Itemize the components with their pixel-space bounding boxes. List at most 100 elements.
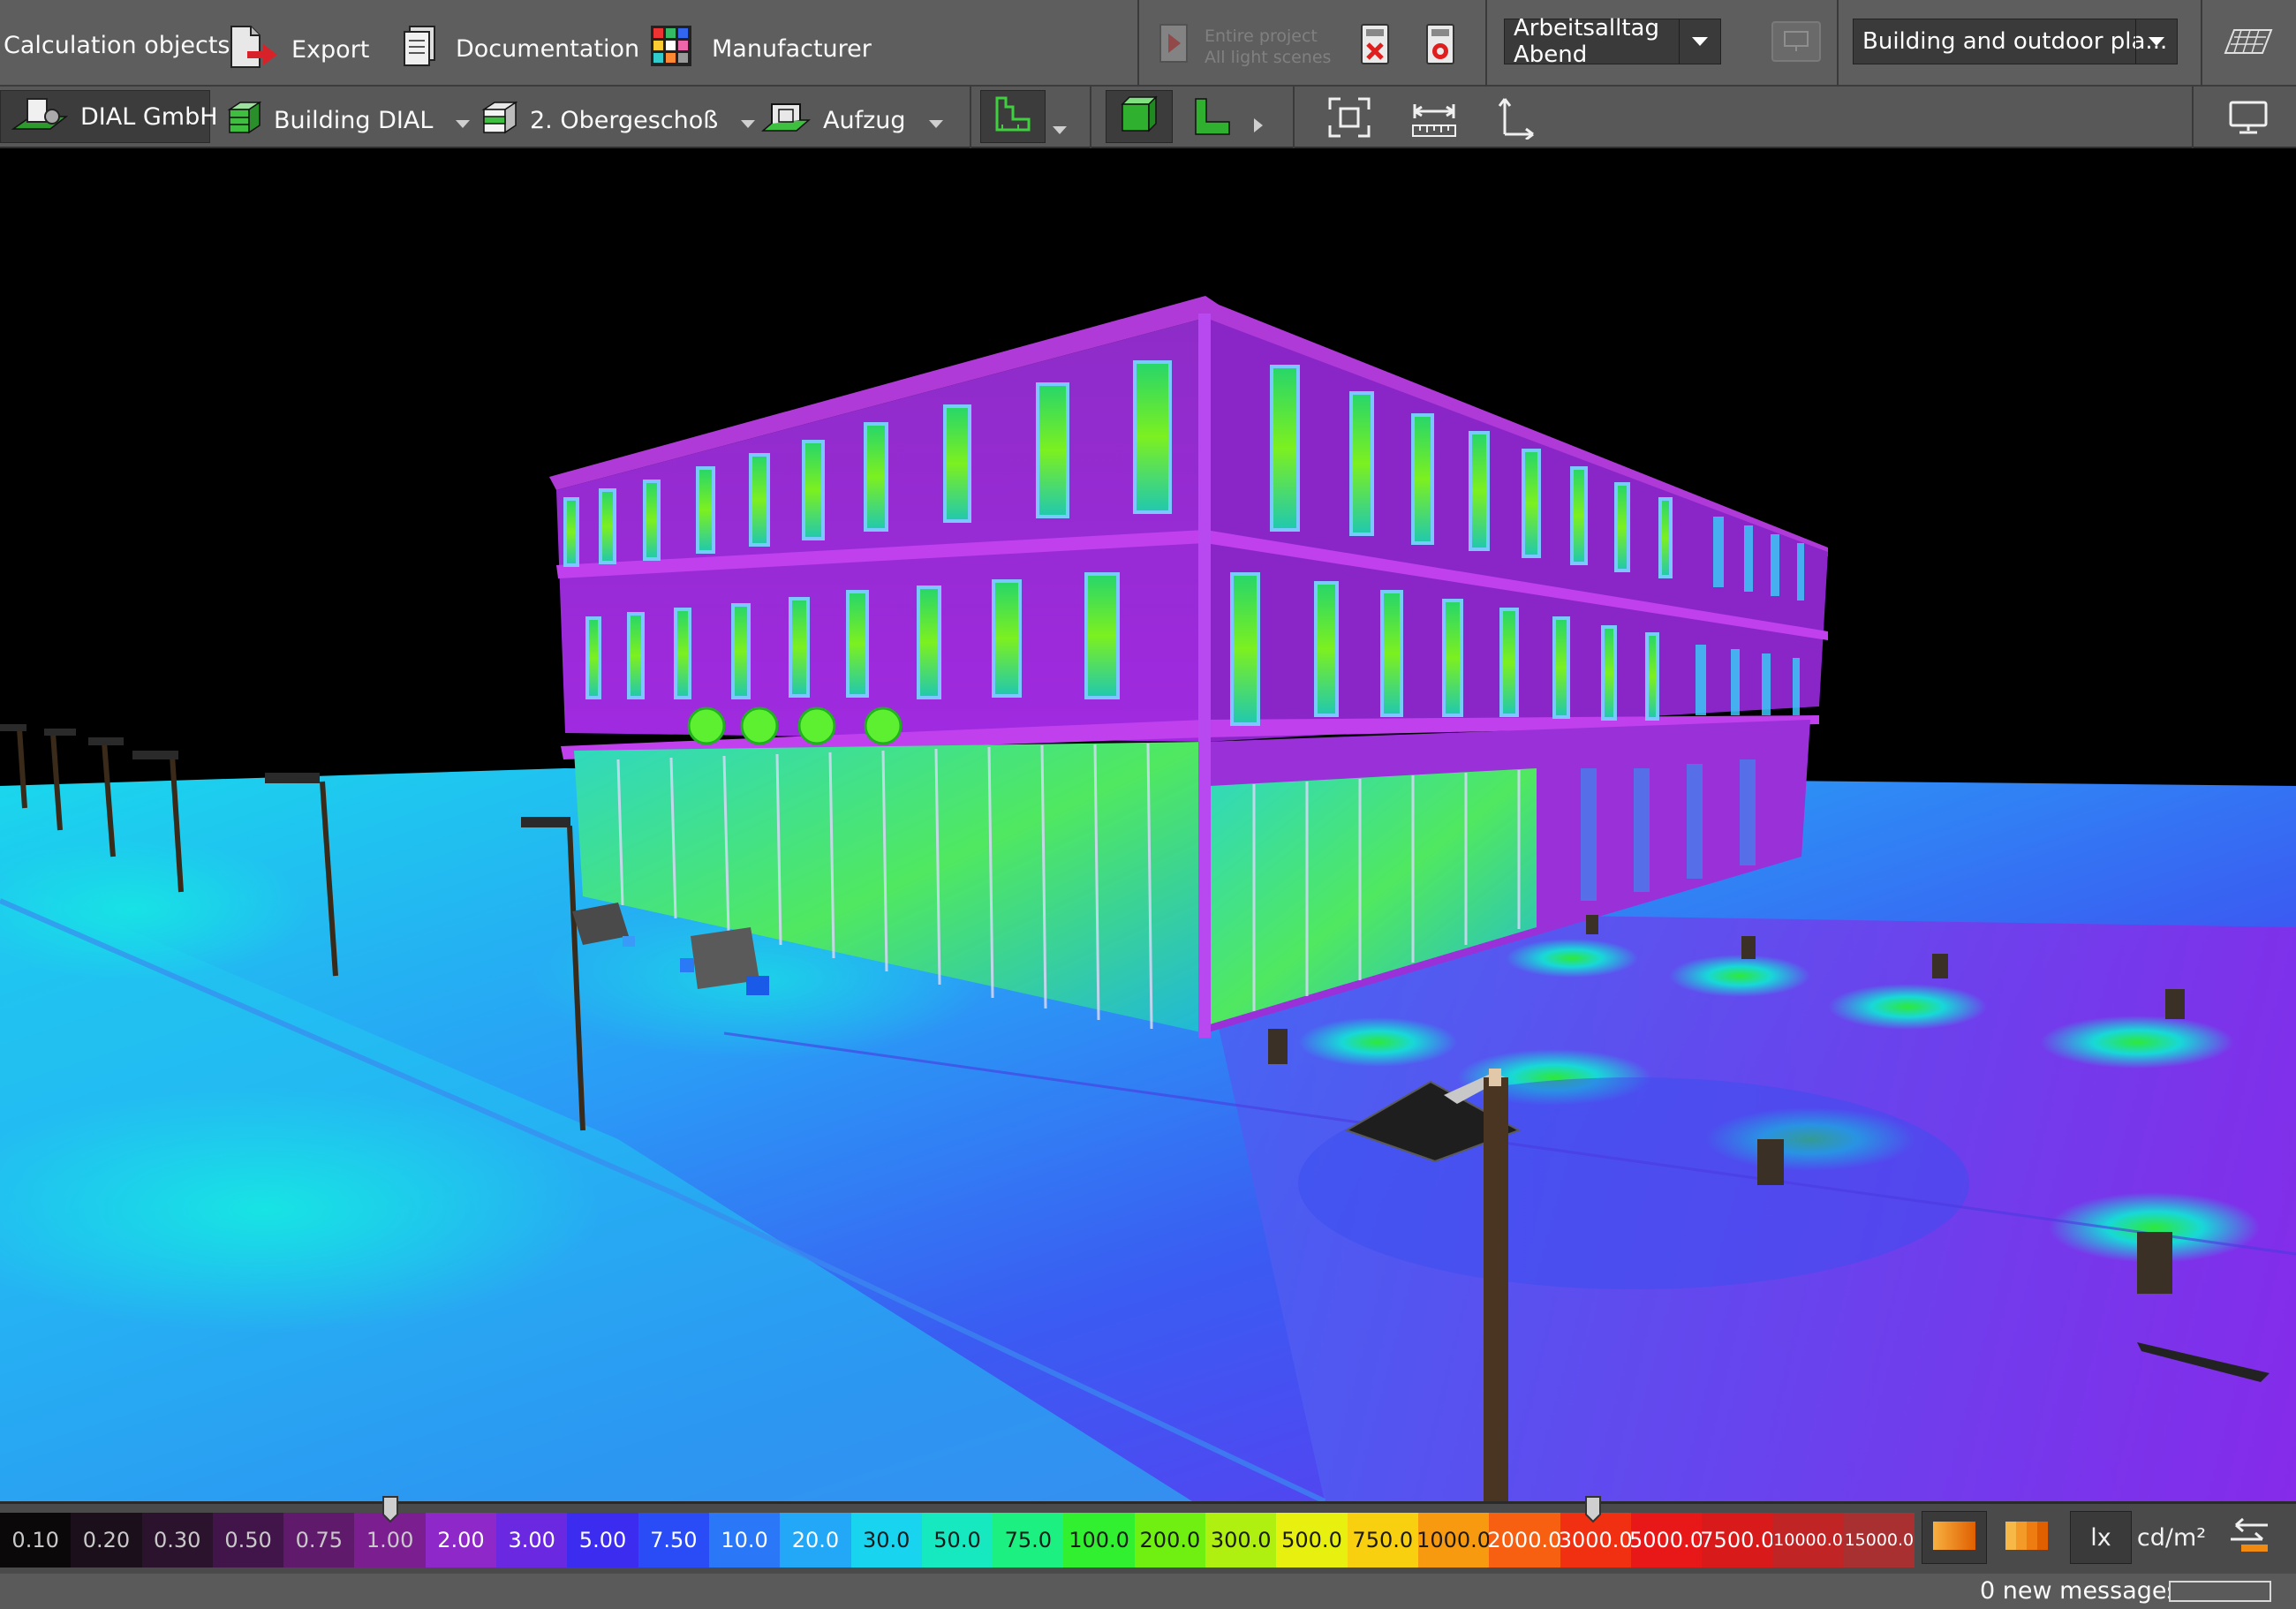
floor-icon bbox=[480, 101, 518, 140]
toolbar-divider bbox=[2192, 87, 2194, 148]
scale-slider-min[interactable] bbox=[381, 1495, 399, 1523]
site-icon bbox=[11, 94, 69, 140]
swap-icon bbox=[2229, 1517, 2270, 1559]
measure-icon bbox=[1411, 99, 1457, 144]
room-label: Aufzug bbox=[823, 107, 906, 134]
calc-objects-label: Calculation objects bbox=[4, 32, 230, 59]
scale-stop: 750.0 bbox=[1347, 1513, 1418, 1567]
scene-monitor-button[interactable] bbox=[1771, 21, 1821, 68]
scale-slider-max[interactable] bbox=[1584, 1495, 1602, 1523]
scene-scope-line1: Entire project bbox=[1205, 26, 1318, 46]
swap-scale-button[interactable] bbox=[2229, 1516, 2270, 1559]
delete-calculation-button[interactable] bbox=[1358, 23, 1393, 72]
toolbar-divider bbox=[1090, 87, 1091, 148]
floor-selector[interactable]: 2. Obergeschoß bbox=[480, 101, 756, 140]
scale-stop: 0.50 bbox=[212, 1513, 284, 1567]
documentation-icon bbox=[401, 25, 436, 73]
navigation-toolbar: DIAL GmbH Building DIAL 2. Obergeschoß A… bbox=[0, 87, 2296, 148]
scene-scope-line2: All light scenes bbox=[1205, 47, 1332, 67]
banded-swatch-icon bbox=[2005, 1521, 2049, 1554]
plan-view-icon bbox=[993, 94, 1032, 140]
unit-luminance-button[interactable]: cd/m² bbox=[2135, 1511, 2208, 1564]
chevron-down-icon[interactable] bbox=[741, 107, 756, 134]
main-toolbar: Calculation objects Export Documentation… bbox=[0, 0, 2296, 87]
calculate-scene-button[interactable]: Entire project All light scenes bbox=[1159, 21, 1331, 72]
measure-button[interactable] bbox=[1411, 99, 1457, 144]
room-icon bbox=[760, 101, 812, 140]
scale-stop: 100.0 bbox=[1063, 1513, 1135, 1567]
chevron-down-icon bbox=[1679, 19, 1720, 64]
documentation-label: Documentation bbox=[456, 35, 640, 63]
fit-view-icon bbox=[1328, 97, 1371, 144]
unit-luminance-label: cd/m² bbox=[2136, 1523, 2207, 1552]
false-color-scale: 0.10 0.20 0.30 0.50 0.75 1.00 2.00 3.00 5.00 7.50… bbox=[0, 1496, 2296, 1574]
scale-stop: 500.0 bbox=[1276, 1513, 1348, 1567]
scale-stop: 0.20 bbox=[71, 1513, 142, 1567]
keyboard-icon bbox=[2224, 28, 2273, 61]
documentation-button[interactable]: Documentation bbox=[401, 25, 639, 73]
view-scope-value: Building and outdoor pla... bbox=[1862, 28, 2168, 55]
export-button[interactable]: Export bbox=[228, 25, 369, 75]
export-icon bbox=[228, 25, 279, 75]
scale-stop: 5.00 bbox=[567, 1513, 638, 1567]
fit-view-button[interactable] bbox=[1328, 97, 1371, 144]
scale-stop: 75.0 bbox=[993, 1513, 1064, 1567]
unit-lux-button[interactable]: lx bbox=[2070, 1511, 2132, 1564]
scale-stop: 200.0 bbox=[1134, 1513, 1206, 1567]
calc-objects-button[interactable]: Calculation objects bbox=[4, 32, 230, 59]
room-selector[interactable]: Aufzug bbox=[760, 101, 943, 140]
calculation-settings-button[interactable] bbox=[1424, 23, 1459, 72]
color-scale-strip[interactable]: 0.10 0.20 0.30 0.50 0.75 1.00 2.00 3.00 5.00 7.50… bbox=[0, 1513, 1915, 1567]
scale-stop: 0.10 bbox=[0, 1513, 72, 1567]
status-bar: 0 new messages bbox=[0, 1574, 2296, 1609]
toolbar-divider bbox=[2201, 0, 2202, 87]
chevron-right-icon bbox=[1254, 111, 1263, 139]
display-icon bbox=[2229, 101, 2268, 140]
building-icon bbox=[226, 101, 262, 140]
3d-view-button[interactable] bbox=[1106, 90, 1173, 143]
view-scope-dropdown[interactable]: Building and outdoor pla... bbox=[1853, 19, 2178, 64]
toolbar-divider bbox=[970, 87, 971, 148]
scale-stop: 15000.0 bbox=[1843, 1513, 1915, 1567]
messages-status[interactable]: 0 new messages bbox=[1980, 1577, 2179, 1605]
toolbar-divider bbox=[1137, 0, 1139, 87]
false-color-mode-button[interactable] bbox=[1922, 1511, 1987, 1564]
scale-stop: 10000.0 bbox=[1772, 1513, 1844, 1567]
light-scene-dropdown[interactable]: Arbeitsalltag Abend bbox=[1504, 15, 1721, 68]
scale-stop: 5000.0 bbox=[1630, 1513, 1703, 1567]
plan-view-options[interactable] bbox=[1053, 113, 1067, 140]
chevron-down-icon[interactable] bbox=[928, 107, 943, 134]
scale-stop: 0.75 bbox=[283, 1513, 355, 1567]
floor-plane-button[interactable] bbox=[1192, 97, 1231, 142]
export-label: Export bbox=[291, 36, 370, 64]
axis-button[interactable] bbox=[1496, 95, 1537, 146]
false-color-rendering bbox=[0, 296, 2296, 1501]
calc-settings-icon bbox=[1424, 23, 1459, 72]
scale-stop: 10.0 bbox=[708, 1513, 781, 1567]
scale-stop: 3.00 bbox=[496, 1513, 568, 1567]
scene-play-icon bbox=[1159, 21, 1194, 72]
axis-icon bbox=[1496, 95, 1537, 146]
keyboard-button[interactable] bbox=[2224, 28, 2273, 61]
delete-calc-icon bbox=[1358, 23, 1393, 72]
site-selector[interactable]: DIAL GmbH bbox=[0, 90, 218, 143]
floor-label: 2. Obergeschoß bbox=[530, 107, 719, 134]
scale-stop: 7500.0 bbox=[1702, 1513, 1773, 1567]
scale-stop: 30.0 bbox=[850, 1513, 922, 1567]
gradient-swatch-icon bbox=[1932, 1521, 1976, 1554]
scale-stop: 300.0 bbox=[1205, 1513, 1277, 1567]
building-selector[interactable]: Building DIAL bbox=[226, 101, 471, 140]
manufacturer-icon bbox=[650, 25, 692, 73]
isoline-mode-button[interactable] bbox=[1994, 1511, 2059, 1564]
toolbar-divider bbox=[1485, 0, 1487, 87]
cube-icon bbox=[1121, 94, 1158, 139]
display-settings-button[interactable] bbox=[2229, 101, 2268, 140]
floor-plane-expand[interactable] bbox=[1254, 111, 1263, 139]
3d-viewport[interactable] bbox=[0, 150, 2296, 1501]
progress-bar bbox=[2169, 1581, 2271, 1602]
chevron-down-icon[interactable] bbox=[456, 107, 471, 134]
scale-stop: 2.00 bbox=[425, 1513, 497, 1567]
plan-view-button[interactable] bbox=[980, 90, 1046, 143]
manufacturer-button[interactable]: Manufacturer bbox=[650, 25, 872, 73]
manufacturer-label: Manufacturer bbox=[712, 35, 872, 63]
